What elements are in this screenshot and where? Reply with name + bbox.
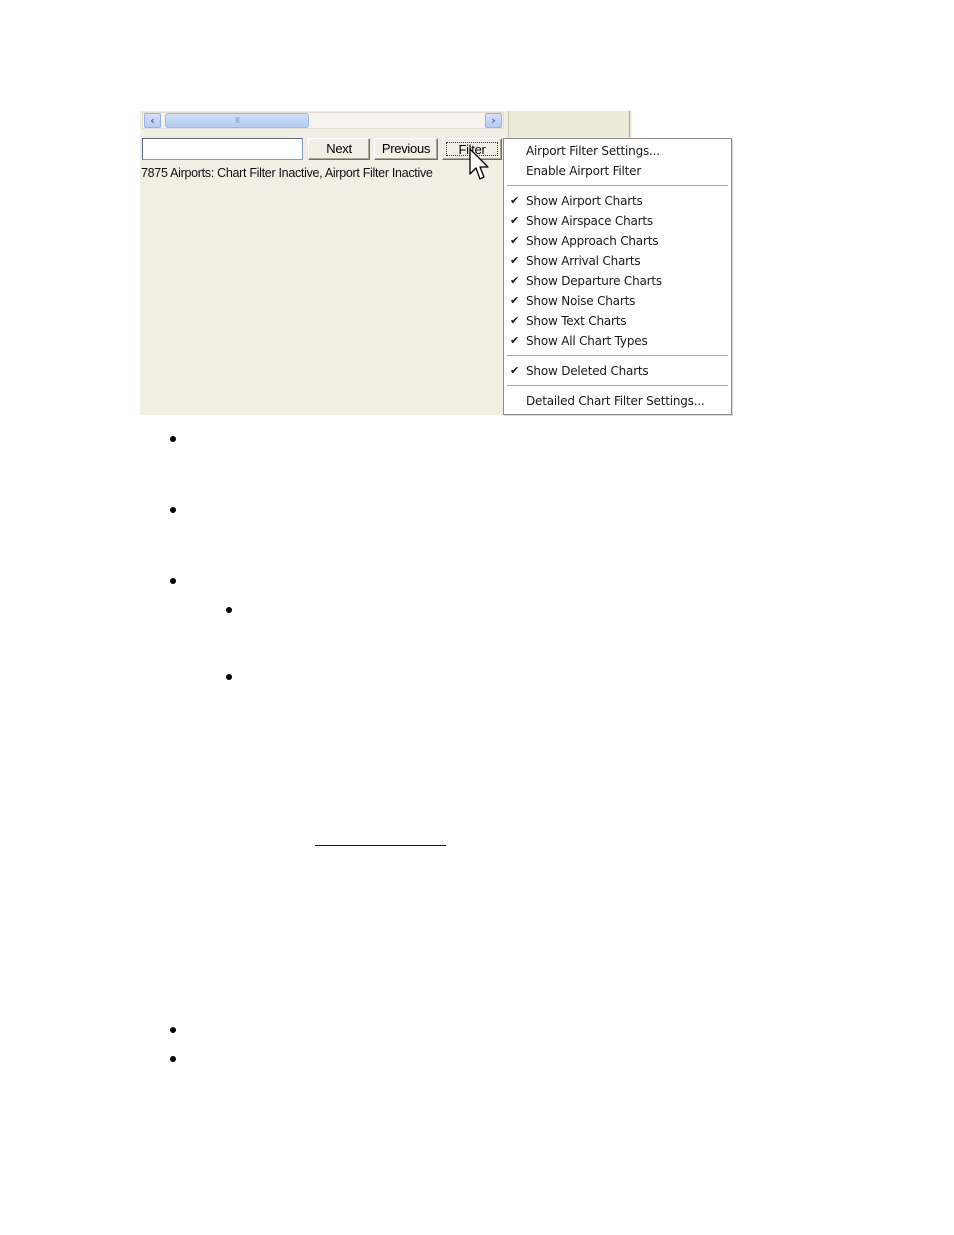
checkmark-icon: ✔ — [510, 234, 520, 247]
menu-item-label: Show Airport Charts — [526, 194, 643, 208]
checkmark-icon: ✔ — [510, 274, 520, 287]
horizontal-scrollbar[interactable]: ‹ III › — [142, 112, 504, 129]
menu-item-show-approach-charts[interactable]: ✔ Show Approach Charts — [504, 231, 731, 251]
search-input[interactable] — [142, 138, 303, 160]
checkmark-icon: ✔ — [510, 364, 520, 377]
adjacent-pane — [508, 111, 630, 137]
menu-item-airport-filter-settings[interactable]: Airport Filter Settings... — [504, 141, 731, 161]
menu-item-enable-airport-filter[interactable]: Enable Airport Filter — [504, 161, 731, 181]
next-button[interactable]: Next — [308, 138, 370, 160]
menu-item-show-arrival-charts[interactable]: ✔ Show Arrival Charts — [504, 251, 731, 271]
scroll-thumb[interactable]: III — [165, 113, 309, 128]
checkmark-icon: ✔ — [510, 314, 520, 327]
menu-item-label: Show Approach Charts — [526, 234, 659, 248]
previous-button[interactable]: Previous — [374, 138, 438, 160]
menu-item-detailed-chart-filter-settings[interactable]: Detailed Chart Filter Settings... — [504, 391, 731, 411]
menu-separator — [507, 355, 728, 357]
scroll-right-button[interactable]: › — [485, 113, 502, 128]
menu-item-show-departure-charts[interactable]: ✔ Show Departure Charts — [504, 271, 731, 291]
menu-item-label: Show Airspace Charts — [526, 214, 653, 228]
menu-item-label: Show All Chart Types — [526, 334, 648, 348]
menu-item-label: Show Departure Charts — [526, 274, 662, 288]
mouse-cursor-icon — [469, 148, 489, 180]
menu-separator — [507, 185, 728, 187]
status-text: 7875 Airports: Chart Filter Inactive, Ai… — [141, 166, 433, 180]
menu-item-show-deleted-charts[interactable]: ✔ Show Deleted Charts — [504, 361, 731, 381]
menu-item-show-airport-charts[interactable]: ✔ Show Airport Charts — [504, 191, 731, 211]
menu-separator — [507, 385, 728, 387]
bullet — [170, 1027, 176, 1033]
menu-item-label: Airport Filter Settings... — [526, 144, 660, 158]
scroll-left-button[interactable]: ‹ — [144, 113, 161, 128]
filter-dropdown-menu: Airport Filter Settings... Enable Airport… — [503, 138, 732, 415]
sub-bullet — [226, 607, 232, 613]
menu-item-show-airspace-charts[interactable]: ✔ Show Airspace Charts — [504, 211, 731, 231]
menu-item-label: Show Noise Charts — [526, 294, 636, 308]
checkmark-icon: ✔ — [510, 334, 520, 347]
chevron-right-icon: › — [491, 114, 496, 127]
hyperlink[interactable] — [315, 845, 446, 846]
menu-item-label: Show Text Charts — [526, 314, 627, 328]
menu-item-label: Show Arrival Charts — [526, 254, 641, 268]
menu-item-show-noise-charts[interactable]: ✔ Show Noise Charts — [504, 291, 731, 311]
menu-item-show-all-chart-types[interactable]: ✔ Show All Chart Types — [504, 331, 731, 351]
checkmark-icon: ✔ — [510, 214, 520, 227]
bullet — [170, 1056, 176, 1062]
grip-icon: III — [234, 116, 240, 125]
menu-item-show-text-charts[interactable]: ✔ Show Text Charts — [504, 311, 731, 331]
checkmark-icon: ✔ — [510, 254, 520, 267]
menu-item-label: Detailed Chart Filter Settings... — [526, 394, 705, 408]
bullet — [170, 507, 176, 513]
sub-bullet — [226, 674, 232, 680]
menu-item-label: Show Deleted Charts — [526, 364, 649, 378]
bullet — [170, 436, 176, 442]
bullet — [170, 578, 176, 584]
checkmark-icon: ✔ — [510, 194, 520, 207]
checkmark-icon: ✔ — [510, 294, 520, 307]
chevron-left-icon: ‹ — [150, 114, 155, 127]
menu-item-label: Enable Airport Filter — [526, 164, 642, 178]
